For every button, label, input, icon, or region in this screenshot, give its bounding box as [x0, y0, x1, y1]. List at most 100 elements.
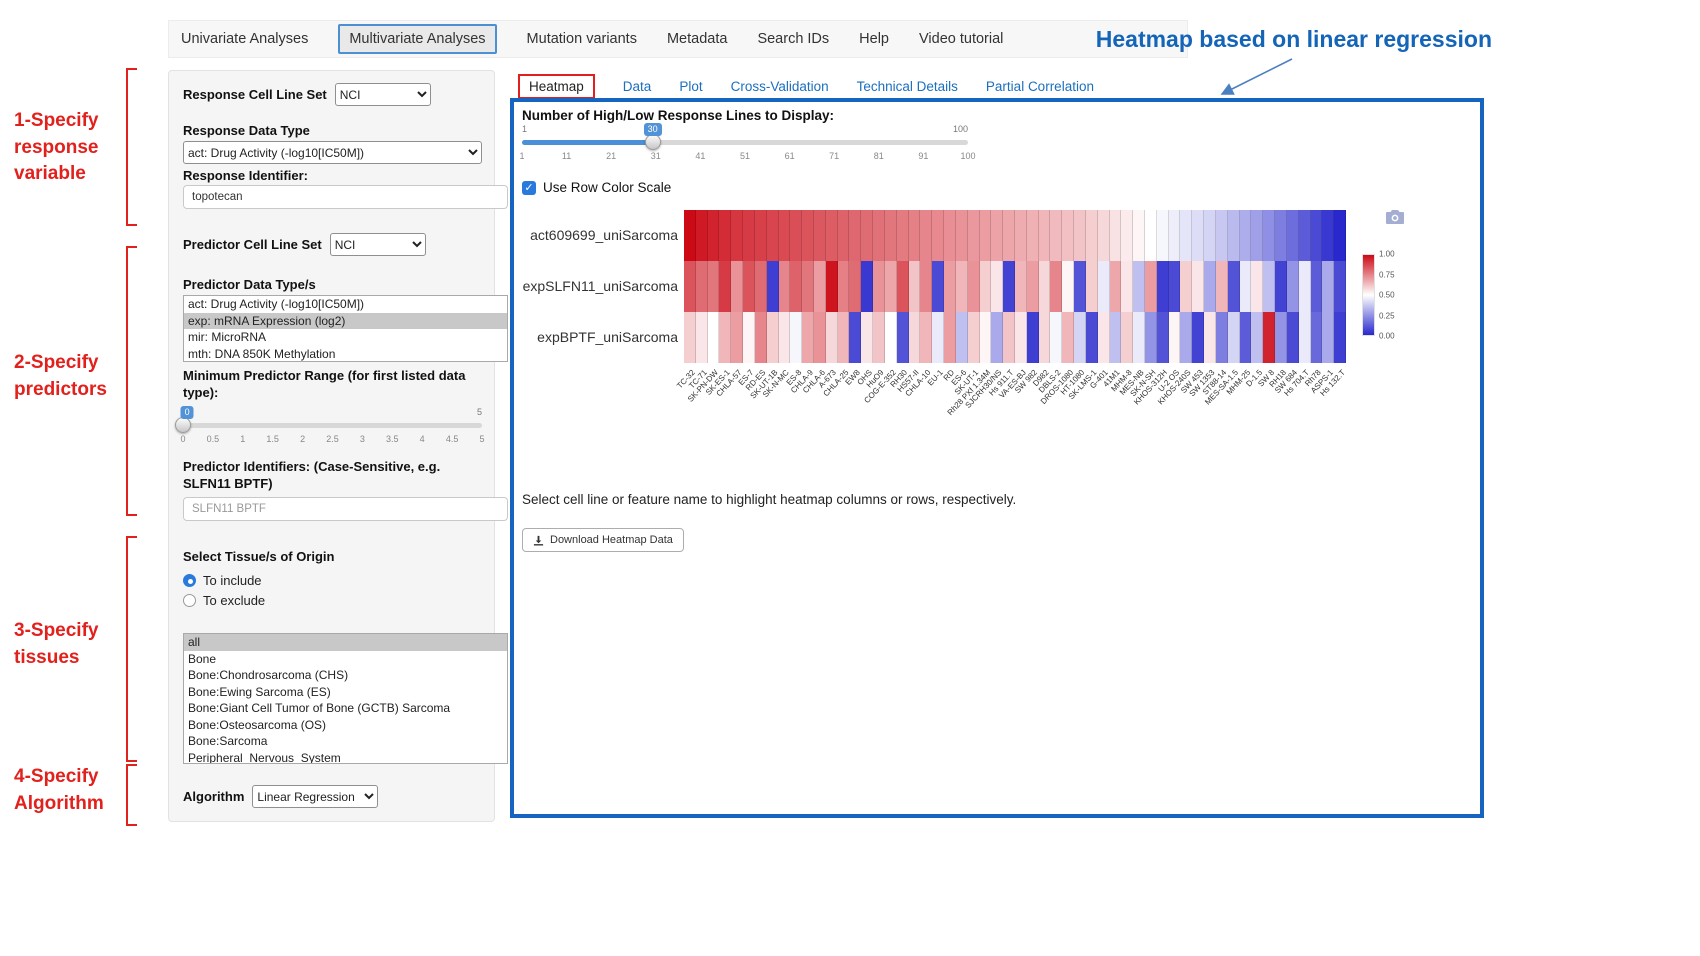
heatmap-cell [1228, 210, 1240, 261]
response-cell-line-set-select[interactable]: NCI [335, 83, 431, 106]
heatmap-cell [944, 312, 956, 363]
slider-handle[interactable] [645, 134, 661, 150]
download-heatmap-button[interactable]: Download Heatmap Data [522, 528, 684, 552]
list-option-bone-giant-cell-tumor-of-bone-gctb-sarcoma[interactable]: Bone:Giant Cell Tumor of Bone (GCTB) Sar… [184, 700, 507, 717]
heatmap-cell [1251, 312, 1263, 363]
heatmap-cell [1299, 261, 1311, 312]
heatmap-cell [731, 312, 743, 363]
tab-heatmap[interactable]: Heatmap [518, 74, 595, 99]
heatmap-cell [1216, 261, 1228, 312]
heatmap-cell [1192, 261, 1204, 312]
heatmap-cell [1263, 312, 1275, 363]
heatmap-cell [968, 261, 980, 312]
heatmap-cell [743, 261, 755, 312]
tab-data[interactable]: Data [623, 79, 652, 94]
heatmap-cell [980, 210, 992, 261]
heatmap-cell [1098, 312, 1110, 363]
heatmap-cell [944, 210, 956, 261]
annotation-bracket-1 [126, 68, 137, 226]
heatmap-cell [1334, 261, 1346, 312]
heatmap-cell [956, 261, 968, 312]
heatmap-cell [1216, 312, 1228, 363]
list-option-peripheral-nervous-system[interactable]: Peripheral_Nervous_System [184, 750, 507, 765]
slider-ticks: 00.511.522.533.544.55 [183, 434, 482, 446]
list-option-exp-mrna-expression-log2[interactable]: exp: mRNA Expression (log2) [184, 313, 507, 330]
heatmap-cell [1015, 312, 1027, 363]
heatmap-cell [1251, 210, 1263, 261]
list-option-bone-ewing-sarcoma-es[interactable]: Bone:Ewing Sarcoma (ES) [184, 684, 507, 701]
min-range-slider[interactable]: 5 0 00.511.522.533.544.55 [183, 407, 482, 451]
list-option-act-drug-activity-log10-ic50m[interactable]: act: Drug Activity (-log10[IC50M]) [184, 296, 507, 313]
heatmap-cell [1027, 261, 1039, 312]
heatmap-cell [1204, 261, 1216, 312]
heatmap-cell [1086, 312, 1098, 363]
heatmap-cell [696, 312, 708, 363]
heatmap-cell [790, 210, 802, 261]
camera-icon[interactable] [1386, 210, 1408, 228]
heatmap-cell [909, 210, 921, 261]
heatmap-cell [708, 261, 720, 312]
heatmap-cell [1133, 312, 1145, 363]
heatmap-cell [1039, 312, 1051, 363]
radio-to-include[interactable] [183, 574, 196, 587]
list-option-all[interactable]: all [184, 634, 507, 651]
heatmap-cell [1169, 261, 1181, 312]
radio-to-exclude[interactable] [183, 594, 196, 607]
tissue-listbox[interactable]: allBoneBone:Chondrosarcoma (CHS)Bone:Ewi… [183, 633, 508, 764]
nav-tab-multivariate-analyses[interactable]: Multivariate Analyses [338, 24, 496, 54]
tab-cross-validation[interactable]: Cross-Validation [731, 79, 829, 94]
heatmap-cell [1299, 312, 1311, 363]
heatmap-cell [861, 312, 873, 363]
algorithm-select[interactable]: Linear Regression [252, 785, 378, 808]
heatmap-cell [708, 312, 720, 363]
nav-tab-metadata[interactable]: Metadata [667, 31, 727, 47]
response-data-type-select[interactable]: act: Drug Activity (-log10[IC50M]) [183, 141, 482, 164]
list-option-mth-dna-850k-methylation[interactable]: mth: DNA 850K Methylation [184, 346, 507, 363]
heatmap-row-label-act609699-unisarcoma[interactable]: act609699_uniSarcoma [514, 210, 678, 261]
heatmap-cell [1287, 261, 1299, 312]
nav-tab-help[interactable]: Help [859, 31, 889, 47]
heatmap-cell [980, 312, 992, 363]
heatmap-cell [956, 312, 968, 363]
heatmap-cell [873, 261, 885, 312]
list-option-mir-microrna[interactable]: mir: MicroRNA [184, 329, 507, 346]
list-option-bone-sarcoma[interactable]: Bone:Sarcoma [184, 733, 507, 750]
heatmap-cell [1157, 210, 1169, 261]
slider-handle[interactable] [175, 417, 191, 433]
response-identifier-input[interactable] [183, 185, 508, 209]
heatmap-cell [1169, 312, 1181, 363]
heatmap-grid [684, 210, 1346, 363]
nav-tab-video-tutorial[interactable]: Video tutorial [919, 31, 1003, 47]
list-option-bone[interactable]: Bone [184, 651, 507, 668]
list-option-bone-chondrosarcoma-chs[interactable]: Bone:Chondrosarcoma (CHS) [184, 667, 507, 684]
predictor-datatype-listbox[interactable]: act: Drug Activity (-log10[IC50M])exp: m… [183, 295, 508, 362]
heatmap-cell [932, 210, 944, 261]
heatmap-cell [980, 261, 992, 312]
slider-track[interactable] [183, 423, 482, 428]
heatmap-cell [1121, 261, 1133, 312]
heatmap-cell [826, 312, 838, 363]
tab-partial-correlation[interactable]: Partial Correlation [986, 79, 1094, 94]
tab-plot[interactable]: Plot [679, 79, 702, 94]
heatmap-cell [1039, 210, 1051, 261]
heatmap-cell [1180, 261, 1192, 312]
slider-min-label: 1 [522, 124, 527, 134]
tab-technical-details[interactable]: Technical Details [857, 79, 958, 94]
heatmap-cell [1322, 312, 1334, 363]
list-option-bone-osteosarcoma-os[interactable]: Bone:Osteosarcoma (OS) [184, 717, 507, 734]
predictor-identifiers-input[interactable] [183, 497, 508, 521]
response-lines-slider[interactable]: 1 100 30 1112131415161718191100 [522, 124, 968, 170]
heatmap-cell [1180, 210, 1192, 261]
heatmap-row-label-expslfn11-unisarcoma[interactable]: expSLFN11_uniSarcoma [514, 261, 678, 312]
nav-tab-mutation-variants[interactable]: Mutation variants [527, 31, 637, 47]
top-nav: Univariate Analyses Multivariate Analyses… [168, 20, 1188, 58]
row-color-scale-checkbox[interactable]: ✓ [522, 181, 536, 195]
heatmap-row-label-expbptf-unisarcoma[interactable]: expBPTF_uniSarcoma [514, 312, 678, 363]
predictor-cell-line-set-select[interactable]: NCI [330, 233, 426, 256]
nav-tab-univariate-analyses[interactable]: Univariate Analyses [181, 31, 308, 47]
heatmap-cell [1133, 210, 1145, 261]
heatmap-cell [1062, 261, 1074, 312]
nav-tab-search-ids[interactable]: Search IDs [757, 31, 829, 47]
heatmap-cell [731, 261, 743, 312]
heatmap-cell [1003, 210, 1015, 261]
